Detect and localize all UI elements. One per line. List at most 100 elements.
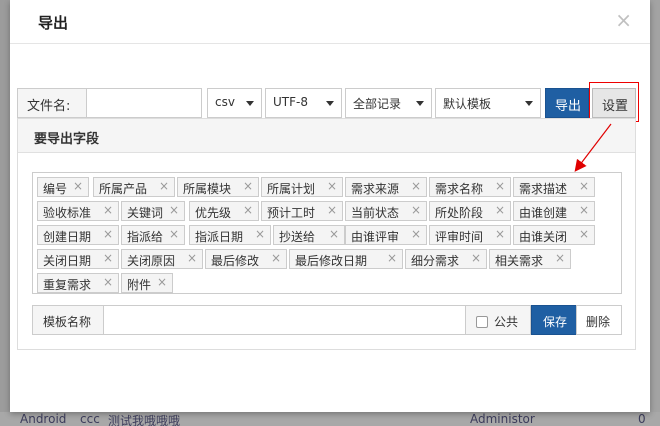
field-chip[interactable]: 细分需求 × bbox=[405, 249, 487, 269]
remove-chip-icon[interactable]: × bbox=[579, 227, 589, 241]
close-icon[interactable]: × bbox=[615, 10, 632, 30]
chevron-down-icon bbox=[525, 101, 533, 106]
range-select[interactable]: 全部记录 bbox=[345, 88, 432, 118]
field-chip[interactable]: 附件 × bbox=[121, 273, 173, 293]
remove-chip-icon[interactable]: × bbox=[579, 179, 589, 193]
remove-chip-icon[interactable]: × bbox=[103, 275, 113, 289]
export-button[interactable]: 导出 bbox=[545, 88, 589, 118]
save-button[interactable]: 保存 bbox=[531, 305, 577, 335]
field-chip[interactable]: 抄送给 × bbox=[273, 225, 345, 245]
field-chip[interactable]: 由谁创建 × bbox=[513, 201, 595, 221]
remove-chip-icon[interactable]: × bbox=[495, 179, 505, 193]
field-chip-label: 当前状态 bbox=[351, 206, 400, 220]
template-row: 模板名称 公共 保存 删除 bbox=[32, 305, 622, 335]
field-chip-label: 由谁创建 bbox=[519, 206, 568, 220]
remove-chip-icon[interactable]: × bbox=[327, 203, 337, 217]
field-chip[interactable]: 由谁评审 × bbox=[345, 225, 427, 245]
field-chip[interactable]: 相关需求 × bbox=[489, 249, 571, 269]
bg-cell-count: 0 bbox=[638, 412, 646, 426]
field-chip-label: 需求描述 bbox=[519, 182, 568, 196]
field-chip[interactable]: 所属模块 × bbox=[177, 177, 259, 197]
field-chip[interactable]: 编号 × bbox=[37, 177, 89, 197]
delete-button[interactable]: 删除 bbox=[576, 305, 622, 335]
remove-chip-icon[interactable]: × bbox=[255, 227, 265, 241]
remove-chip-icon[interactable]: × bbox=[495, 227, 505, 241]
remove-chip-icon[interactable]: × bbox=[169, 203, 179, 217]
field-chip[interactable]: 所属计划 × bbox=[261, 177, 343, 197]
range-select-value: 全部记录 bbox=[353, 97, 402, 111]
remove-chip-icon[interactable]: × bbox=[243, 203, 253, 217]
remove-chip-icon[interactable]: × bbox=[271, 251, 281, 265]
field-chip[interactable]: 指派日期 × bbox=[189, 225, 271, 245]
format-select[interactable]: csv bbox=[207, 88, 262, 118]
field-chip[interactable]: 创建日期 × bbox=[37, 225, 119, 245]
field-chip[interactable]: 所属产品 × bbox=[93, 177, 175, 197]
field-chip[interactable]: 评审时间 × bbox=[429, 225, 511, 245]
remove-chip-icon[interactable]: × bbox=[169, 227, 179, 241]
remove-chip-icon[interactable]: × bbox=[411, 227, 421, 241]
field-chip-label: 指派日期 bbox=[195, 230, 244, 244]
template-select[interactable]: 默认模板 bbox=[435, 88, 541, 118]
remove-chip-icon[interactable]: × bbox=[73, 179, 83, 193]
field-chip[interactable]: 指派给 × bbox=[121, 225, 185, 245]
fields-panel-title: 要导出字段 bbox=[18, 119, 635, 153]
template-name-input[interactable] bbox=[103, 305, 466, 335]
public-label: 公共 bbox=[494, 315, 519, 329]
checkbox-icon bbox=[476, 316, 488, 328]
field-chip-label: 关闭原因 bbox=[127, 254, 176, 268]
field-chip-label: 编号 bbox=[43, 182, 68, 196]
field-chip-label: 所属计划 bbox=[267, 182, 316, 196]
remove-chip-icon[interactable]: × bbox=[103, 251, 113, 265]
remove-chip-icon[interactable]: × bbox=[555, 251, 565, 265]
field-chip[interactable]: 需求来源 × bbox=[345, 177, 427, 197]
field-chip-label: 优先级 bbox=[195, 206, 232, 220]
remove-chip-icon[interactable]: × bbox=[327, 179, 337, 193]
public-checkbox[interactable]: 公共 bbox=[465, 305, 531, 335]
field-chip-label: 抄送给 bbox=[279, 230, 316, 244]
remove-chip-icon[interactable]: × bbox=[411, 179, 421, 193]
export-dialog: 导出 × 文件名: csv UTF-8 全部记录 默认模板 导出 设置 要导出字… bbox=[10, 0, 650, 412]
field-chip[interactable]: 关闭日期 × bbox=[37, 249, 119, 269]
chevron-down-icon bbox=[246, 101, 254, 106]
field-chip[interactable]: 关键词 × bbox=[121, 201, 185, 221]
field-chip[interactable]: 重复需求 × bbox=[37, 273, 119, 293]
field-chip-label: 关闭日期 bbox=[43, 254, 92, 268]
field-chip[interactable]: 当前状态 × bbox=[345, 201, 427, 221]
remove-chip-icon[interactable]: × bbox=[471, 251, 481, 265]
field-chip[interactable]: 需求描述 × bbox=[513, 177, 595, 197]
bg-cell-product: Android bbox=[20, 412, 67, 426]
field-chip[interactable]: 最后修改 × bbox=[205, 249, 287, 269]
remove-chip-icon[interactable]: × bbox=[103, 227, 113, 241]
background-table-row: Android ccc 测试我哦哦哦 Administor 0 bbox=[0, 412, 660, 426]
remove-chip-icon[interactable]: × bbox=[243, 179, 253, 193]
field-chip-list[interactable]: 编号 × 所属产品 × 所属模块 × 所属计划 × 需求来源 × 需求名称 × 需求描述 × 验收标准 × 关键… bbox=[32, 172, 622, 294]
remove-chip-icon[interactable]: × bbox=[329, 227, 339, 241]
background-left-strip bbox=[0, 0, 10, 426]
remove-chip-icon[interactable]: × bbox=[495, 203, 505, 217]
field-chip-label: 创建日期 bbox=[43, 230, 92, 244]
template-name-label: 模板名称 bbox=[32, 305, 104, 335]
field-chip-label: 最后修改 bbox=[211, 254, 260, 268]
remove-chip-icon[interactable]: × bbox=[411, 203, 421, 217]
field-chip[interactable]: 需求名称 × bbox=[429, 177, 511, 197]
remove-chip-icon[interactable]: × bbox=[159, 179, 169, 193]
encoding-select[interactable]: UTF-8 bbox=[265, 88, 342, 118]
field-chip[interactable]: 预计工时 × bbox=[261, 201, 343, 221]
field-chip[interactable]: 最后修改日期 × bbox=[289, 249, 403, 269]
field-chip[interactable]: 所处阶段 × bbox=[429, 201, 511, 221]
remove-chip-icon[interactable]: × bbox=[157, 275, 167, 289]
remove-chip-icon[interactable]: × bbox=[103, 203, 113, 217]
annotation-highlight-box bbox=[589, 82, 639, 122]
field-chip-label: 评审时间 bbox=[435, 230, 484, 244]
remove-chip-icon[interactable]: × bbox=[187, 251, 197, 265]
remove-chip-icon[interactable]: × bbox=[579, 203, 589, 217]
background-right-strip bbox=[650, 0, 660, 426]
field-chip-label: 所属产品 bbox=[99, 182, 148, 196]
field-chip[interactable]: 优先级 × bbox=[189, 201, 259, 221]
field-chip[interactable]: 验收标准 × bbox=[37, 201, 119, 221]
remove-chip-icon[interactable]: × bbox=[387, 251, 397, 265]
field-chip[interactable]: 由谁关闭 × bbox=[513, 225, 595, 245]
field-chip-label: 由谁评审 bbox=[351, 230, 400, 244]
filename-input[interactable] bbox=[86, 88, 202, 118]
field-chip[interactable]: 关闭原因 × bbox=[121, 249, 203, 269]
